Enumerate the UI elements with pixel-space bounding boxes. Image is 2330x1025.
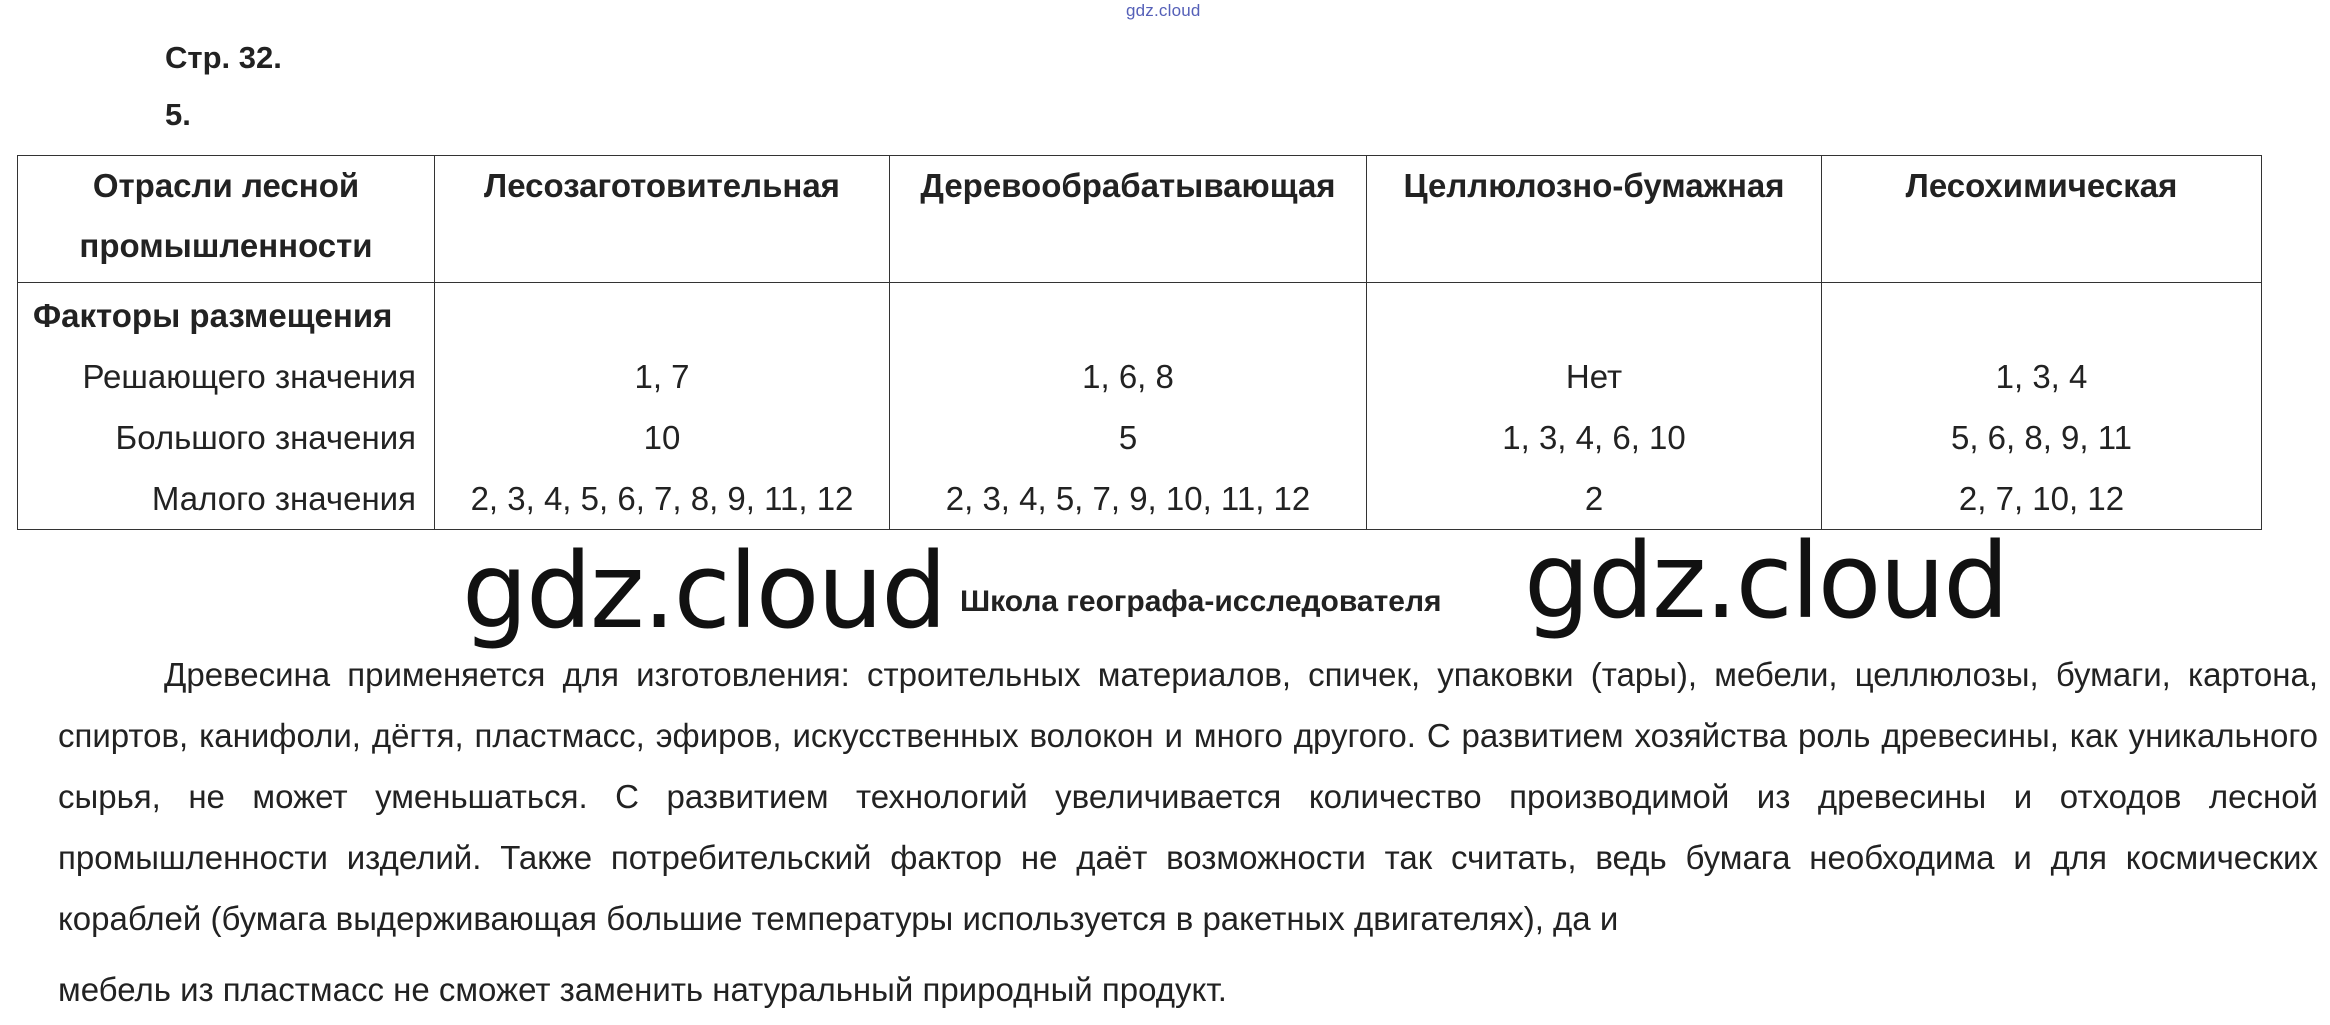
row-label: Малого значения xyxy=(151,480,416,517)
factors-title: Факторы размещения xyxy=(33,297,393,334)
section-title: Школа географа-исследователя xyxy=(960,585,1442,618)
column-header: Лесозаготовительная xyxy=(434,155,890,283)
values-cell: 1, 7 10 2, 3, 4, 5, 6, 7, 8, 9, 11, 12 xyxy=(434,282,890,530)
watermark-small: gdz.cloud xyxy=(1126,1,1201,20)
row-label: Решающего значения xyxy=(82,358,416,395)
row-label: Большого значения xyxy=(115,419,416,456)
values-cell: 1, 6, 8 5 2, 3, 4, 5, 7, 9, 10, 11, 12 xyxy=(889,282,1367,530)
table-value: Нет xyxy=(1565,358,1623,395)
header-corner: Отрасли лесной промышленности xyxy=(17,155,435,283)
paragraph-text: Древесина применяется для изготовления: … xyxy=(58,656,2318,937)
column-header: Целлюлозно-бумажная xyxy=(1366,155,1822,283)
table-value: 2, 3, 4, 5, 6, 7, 8, 9, 11, 12 xyxy=(470,480,854,517)
values-cell: 1, 3, 4 5, 6, 8, 9, 11 2, 7, 10, 12 xyxy=(1821,282,2262,530)
table-value: 5 xyxy=(1118,419,1138,456)
values-cell: Нет 1, 3, 4, 6, 10 2 xyxy=(1366,282,1822,530)
table-value: 1, 3, 4 xyxy=(1995,358,2088,395)
header-corner-line2: промышленности xyxy=(79,227,373,264)
table-value: 1, 6, 8 xyxy=(1082,358,1174,395)
factor-labels-cell: Факторы размещения Решающего значения Бо… xyxy=(17,282,435,530)
column-header: Лесохимическая xyxy=(1821,155,2262,283)
table-value: 5, 6, 8, 9, 11 xyxy=(1950,419,2133,456)
body-paragraph: Древесина применяется для изготовления: … xyxy=(58,644,2318,1020)
watermark-large: gdz.cloud xyxy=(1524,520,2009,642)
table-value: 1, 7 xyxy=(634,358,690,395)
page-label: Стр. 32. xyxy=(165,40,282,75)
table-value: 2, 3, 4, 5, 7, 9, 10, 11, 12 xyxy=(945,480,1311,517)
header-corner-line1: Отрасли лесной xyxy=(92,167,360,204)
column-header: Деревообрабатывающая xyxy=(889,155,1367,283)
table-value: 10 xyxy=(643,419,681,456)
watermark-large: gdz.cloud xyxy=(462,530,947,652)
table-body-row: Факторы размещения Решающего значения Бо… xyxy=(17,282,2262,530)
forest-industry-table: Отрасли лесной промышленности Лесозагото… xyxy=(17,155,2262,530)
table-header-row: Отрасли лесной промышленности Лесозагото… xyxy=(17,155,2262,283)
task-number: 5. xyxy=(165,97,191,132)
paragraph-last-line: мебель из пластмасс не сможет заменить н… xyxy=(58,971,1227,1008)
table-value: 1, 3, 4, 6, 10 xyxy=(1502,419,1686,456)
